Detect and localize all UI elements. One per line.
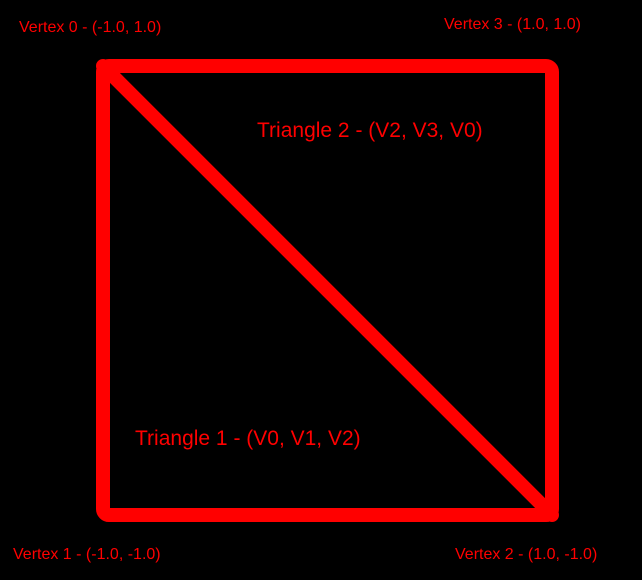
vertex-2-label: Vertex 2 - (1.0, -1.0) [455, 546, 597, 563]
triangle-1-label: Triangle 1 - (V0, V1, V2) [135, 427, 361, 450]
vertex-3-label: Vertex 3 - (1.0, 1.0) [444, 16, 581, 33]
triangle-2-label: Triangle 2 - (V2, V3, V0) [257, 119, 483, 142]
vertex-0-label: Vertex 0 - (-1.0, 1.0) [19, 19, 161, 36]
vertex-1-label: Vertex 1 - (-1.0, -1.0) [13, 546, 161, 563]
quad-triangles-diagram: Vertex 0 - (-1.0, 1.0) Vertex 3 - (1.0, … [0, 0, 642, 580]
